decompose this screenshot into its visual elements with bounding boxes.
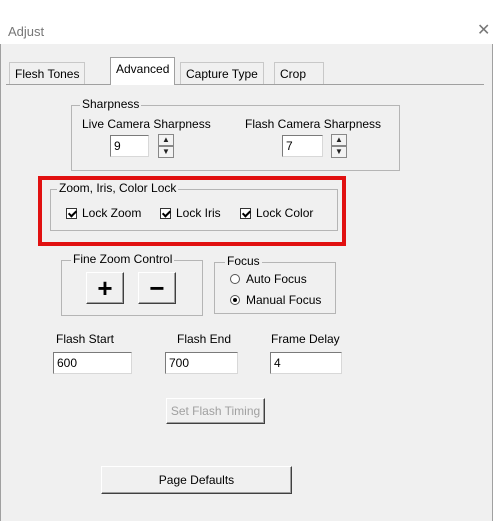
live-camera-sharpness-field[interactable] bbox=[110, 135, 149, 157]
tab-crop[interactable]: Crop bbox=[274, 62, 324, 84]
set-flash-timing-button[interactable]: Set Flash Timing bbox=[166, 398, 265, 424]
flash-end-label: Flash End bbox=[177, 332, 232, 346]
focus-group-label: Focus bbox=[225, 254, 262, 268]
minus-icon: − bbox=[149, 273, 165, 303]
fine-zoom-group-label: Fine Zoom Control bbox=[71, 252, 175, 266]
plus-icon: + bbox=[97, 273, 113, 303]
flash-sharpness-spinner: ▲ ▼ bbox=[331, 134, 347, 158]
tab-advanced[interactable]: Advanced bbox=[110, 57, 176, 85]
red-highlight-box bbox=[38, 176, 346, 246]
adjust-dialog: Adjust ✕ Flesh Tones Capture Type Crop A… bbox=[0, 0, 493, 521]
page-defaults-button[interactable]: Page Defaults bbox=[101, 466, 292, 494]
tab-flesh-tones[interactable]: Flesh Tones bbox=[9, 62, 86, 84]
fine-zoom-group bbox=[61, 260, 203, 316]
flash-start-label: Flash Start bbox=[56, 332, 115, 346]
window-title: Adjust bbox=[8, 24, 45, 39]
close-icon[interactable]: ✕ bbox=[477, 20, 490, 40]
flash-camera-sharpness-label: Flash Camera Sharpness bbox=[245, 117, 382, 131]
live-sharpness-up-arrow-icon[interactable]: ▲ bbox=[158, 134, 174, 146]
frame-delay-field[interactable] bbox=[270, 352, 342, 374]
tab-capture-type[interactable]: Capture Type bbox=[180, 62, 264, 84]
frame-delay-label: Frame Delay bbox=[271, 332, 340, 346]
live-sharpness-down-arrow-icon[interactable]: ▼ bbox=[158, 146, 174, 158]
auto-focus-radio[interactable]: Auto Focus bbox=[230, 272, 307, 286]
auto-focus-radio-icon bbox=[230, 274, 240, 284]
flash-end-field[interactable] bbox=[165, 352, 238, 374]
sharpness-group-label: Sharpness bbox=[80, 97, 142, 111]
zoom-out-button[interactable]: − bbox=[138, 272, 176, 304]
manual-focus-radio[interactable]: Manual Focus bbox=[230, 293, 321, 307]
window-left-edge bbox=[0, 44, 1, 521]
manual-focus-radio-icon bbox=[230, 295, 240, 305]
flash-camera-sharpness-field[interactable] bbox=[282, 135, 323, 157]
flash-start-field[interactable] bbox=[53, 352, 132, 374]
flash-sharpness-up-arrow-icon[interactable]: ▲ bbox=[331, 134, 347, 146]
zoom-in-button[interactable]: + bbox=[86, 272, 124, 304]
live-camera-sharpness-label: Live Camera Sharpness bbox=[82, 117, 211, 131]
live-sharpness-spinner: ▲ ▼ bbox=[158, 134, 174, 158]
manual-focus-label: Manual Focus bbox=[246, 293, 322, 307]
title-bar: Adjust ✕ bbox=[0, 0, 493, 44]
auto-focus-label: Auto Focus bbox=[246, 272, 307, 286]
flash-sharpness-down-arrow-icon[interactable]: ▼ bbox=[331, 146, 347, 158]
